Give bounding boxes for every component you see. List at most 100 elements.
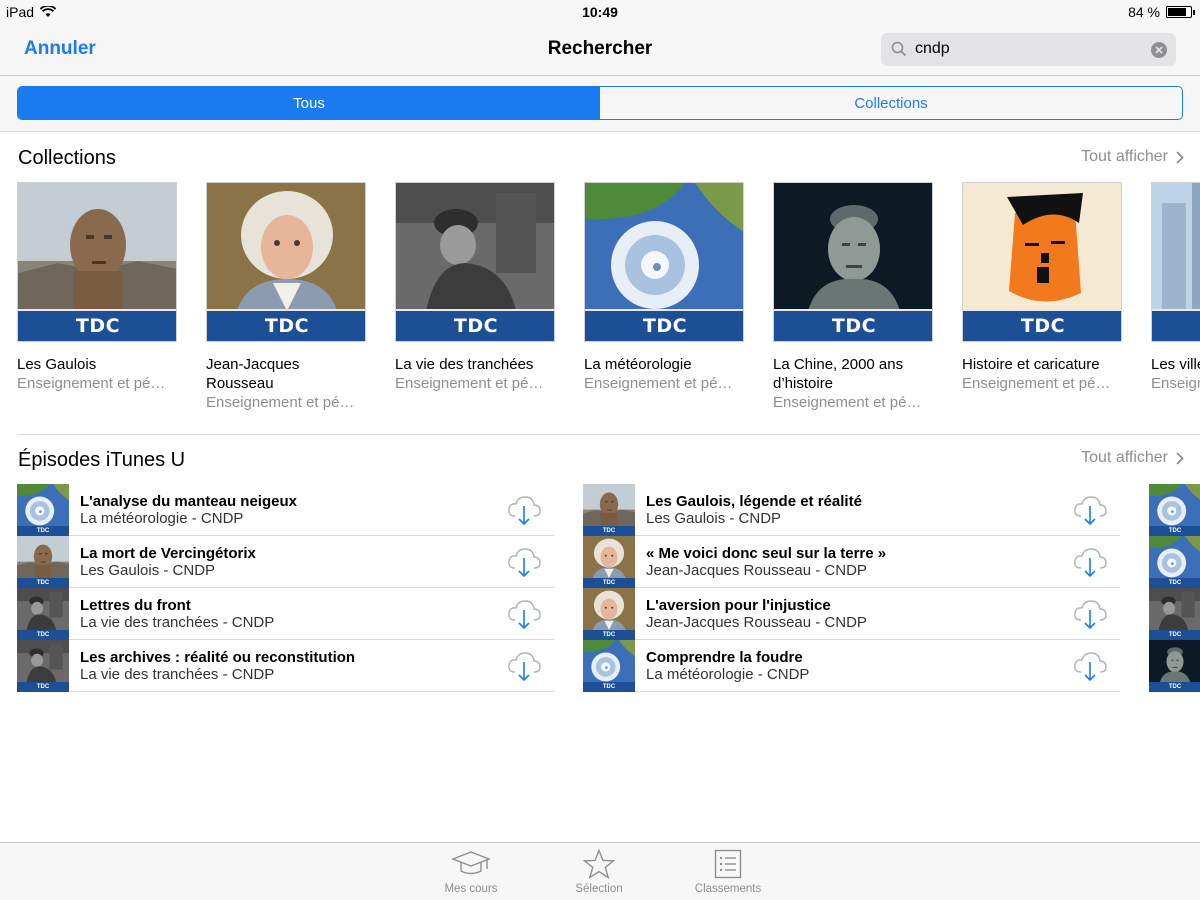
episodes-section-title: Épisodes iTunes U xyxy=(18,449,186,471)
collection-image xyxy=(18,183,176,311)
download-button[interactable] xyxy=(506,492,542,528)
collection-artwork: TDC xyxy=(1151,182,1200,342)
episode-artwork: TDC xyxy=(583,484,635,536)
collection-item[interactable]: TDC La vie des tranchées Enseignement et… xyxy=(395,182,555,393)
episode-title: « Me voici donc seul sur la terre » xyxy=(646,545,887,562)
episode-subtitle: La météorologie - CNDP xyxy=(80,510,244,527)
collection-artwork: TDC xyxy=(962,182,1122,342)
tab-classements[interactable]: Classements xyxy=(673,849,783,895)
collection-item[interactable]: TDC La météorologie Enseignement et pé… xyxy=(584,182,744,393)
download-button[interactable] xyxy=(506,544,542,580)
tdc-badge: TDC xyxy=(18,309,176,341)
tdc-mini-badge: TDC xyxy=(583,682,635,692)
segmented-control: Tous Collections xyxy=(17,86,1183,120)
episode-title: L'analyse du manteau neigeux xyxy=(80,493,297,510)
download-button[interactable] xyxy=(1072,544,1108,580)
download-button[interactable] xyxy=(506,596,542,632)
tab-selection[interactable]: Sélection xyxy=(544,849,654,895)
collection-subtitle: Enseignement et pé… xyxy=(773,394,922,411)
collection-image xyxy=(585,183,743,311)
segment-collections[interactable]: Collections xyxy=(600,87,1182,119)
see-all-label: Tout afficher xyxy=(1081,148,1168,165)
collection-artwork: TDC xyxy=(206,182,366,342)
episode-title: L'aversion pour l'injustice xyxy=(646,597,831,614)
episode-row[interactable]: TDC xyxy=(1149,588,1200,640)
episode-artwork: TDC xyxy=(17,484,69,536)
collection-item[interactable]: TDC La Chine, 2000 ans d’histoire Enseig… xyxy=(773,182,933,412)
tdc-mini-badge: TDC xyxy=(17,578,69,588)
chevron-right-icon xyxy=(1176,451,1184,465)
collection-subtitle: Enseign xyxy=(1151,375,1200,392)
status-bar: iPad 10:49 84 % xyxy=(0,0,1200,24)
episode-subtitle: Les Gaulois - CNDP xyxy=(80,562,216,579)
collection-artwork: TDC xyxy=(584,182,744,342)
search-input[interactable] xyxy=(915,38,1135,60)
episode-row[interactable]: TDC Comprendre la foudre La météorologie… xyxy=(583,640,1120,692)
tdc-mini-badge: TDC xyxy=(1149,630,1200,640)
collection-title: Les ville xyxy=(1151,356,1200,373)
episode-row[interactable]: TDC xyxy=(1149,536,1200,588)
download-button[interactable] xyxy=(1072,492,1108,528)
episode-image xyxy=(17,640,69,682)
collection-item[interactable]: TDC Jean-Jacques Rousseau Enseignement e… xyxy=(206,182,366,412)
list-icon xyxy=(673,849,783,879)
collection-title: Les Gaulois xyxy=(17,356,97,373)
episode-row[interactable]: TDC Les Gaulois, légende et réalité Les … xyxy=(583,484,1120,536)
tdc-mini-badge: TDC xyxy=(17,630,69,640)
see-all-label: Tout afficher xyxy=(1081,449,1168,466)
episode-row[interactable]: TDC « Me voici donc seul sur la terre » … xyxy=(583,536,1120,588)
episode-row[interactable]: TDC L'analyse du manteau neigeux La mété… xyxy=(17,484,554,536)
episode-image xyxy=(583,484,635,526)
clear-search-button[interactable] xyxy=(1151,42,1167,58)
tdc-badge: TDC xyxy=(1152,309,1200,341)
episode-artwork: TDC xyxy=(583,536,635,588)
status-time: 10:49 xyxy=(582,4,618,20)
episode-title: Les archives : réalité ou reconstitution xyxy=(80,649,356,666)
collection-item[interactable]: TDC Les ville Enseign xyxy=(1151,182,1200,393)
download-button[interactable] xyxy=(1072,648,1108,684)
episode-row[interactable]: TDC Lettres du front La vie des tranchée… xyxy=(17,588,554,640)
tdc-mini-badge: TDC xyxy=(17,526,69,536)
episode-artwork: TDC xyxy=(1149,536,1200,588)
tdc-badge: TDC xyxy=(774,309,932,341)
tab-label: Mes cours xyxy=(444,883,498,895)
tab-bar: Mes cours Sélection Classements xyxy=(0,842,1200,900)
cancel-button[interactable]: Annuler xyxy=(24,38,96,60)
tab-mes-cours[interactable]: Mes cours xyxy=(416,849,526,895)
collection-item[interactable]: TDC Les Gaulois Enseignement et pé… xyxy=(17,182,177,393)
download-button[interactable] xyxy=(1072,596,1108,632)
episode-image xyxy=(1149,536,1200,578)
collection-subtitle: Enseignement et pé… xyxy=(584,375,733,392)
download-button[interactable] xyxy=(506,648,542,684)
graduation-cap-icon xyxy=(416,849,526,879)
collection-image xyxy=(1152,183,1200,311)
close-icon xyxy=(1155,46,1163,54)
collection-artwork: TDC xyxy=(773,182,933,342)
episode-row[interactable]: TDC Les archives : réalité ou reconstitu… xyxy=(17,640,554,692)
collections-see-all-link[interactable]: Tout afficher xyxy=(1081,148,1184,166)
collection-artwork: TDC xyxy=(395,182,555,342)
collection-item[interactable]: TDC Histoire et caricature Enseignement … xyxy=(962,182,1122,393)
tdc-mini-badge: TDC xyxy=(1149,578,1200,588)
episode-title: Lettres du front xyxy=(80,597,191,614)
nav-bar: Annuler Rechercher xyxy=(0,24,1200,76)
cloud-download-icon xyxy=(508,600,541,630)
cloud-download-icon xyxy=(508,496,541,526)
episode-artwork: TDC xyxy=(1149,588,1200,640)
collection-subtitle: Enseignement et pé… xyxy=(395,375,544,392)
segment-tous[interactable]: Tous xyxy=(18,87,600,119)
episode-row[interactable]: TDC xyxy=(1149,640,1200,692)
episode-row[interactable]: TDC La mort de Vercingétorix Les Gaulois… xyxy=(17,536,554,588)
collection-artwork: TDC xyxy=(17,182,177,342)
episode-subtitle: Jean-Jacques Rousseau - CNDP xyxy=(646,562,867,579)
episodes-column: TDC Les Gaulois, légende et réalité Les … xyxy=(583,484,1120,692)
episode-artwork: TDC xyxy=(583,588,635,640)
collection-title: La vie des tranchées xyxy=(395,356,534,373)
episodes-see-all-link[interactable]: Tout afficher xyxy=(1081,449,1184,467)
episode-row[interactable]: TDC L'aversion pour l'injustice Jean-Jac… xyxy=(583,588,1120,640)
episode-row[interactable]: TDC xyxy=(1149,484,1200,536)
collections-carousel[interactable]: TDC Les Gaulois Enseignement et pé… TDC … xyxy=(0,182,1200,417)
episode-artwork: TDC xyxy=(17,588,69,640)
status-right: 84 % xyxy=(1128,4,1195,20)
search-field[interactable] xyxy=(881,33,1176,66)
